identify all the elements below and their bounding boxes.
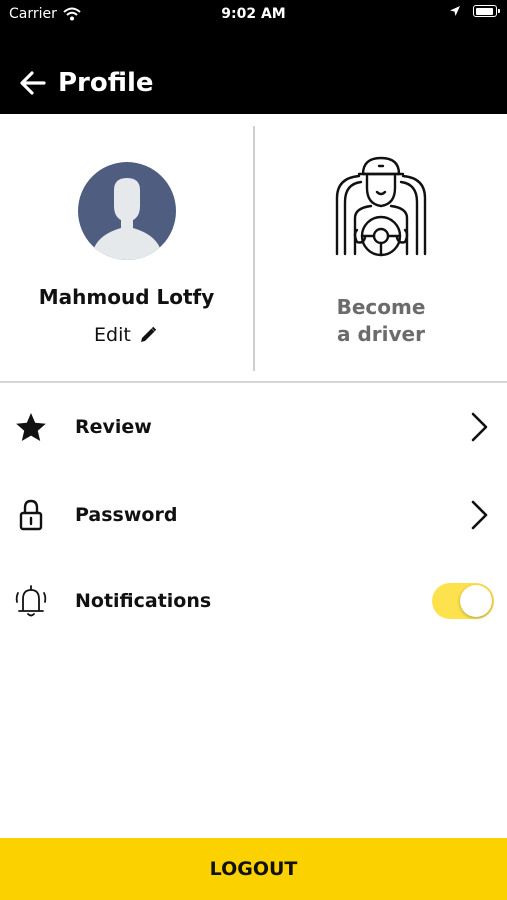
notifications-label: Notifications bbox=[75, 590, 212, 612]
become-driver-label: Become a driver bbox=[255, 294, 507, 348]
driver-icon bbox=[335, 156, 427, 257]
profile-card: Mahmoud Lotfy Edit Become a driver bbox=[0, 114, 507, 382]
horizontal-divider bbox=[0, 381, 507, 383]
status-time: 9:02 AM bbox=[221, 6, 286, 22]
bell-icon bbox=[15, 585, 47, 617]
edit-profile-button[interactable]: Edit bbox=[94, 321, 157, 349]
user-silhouette-icon bbox=[94, 178, 160, 260]
edit-label: Edit bbox=[94, 324, 131, 346]
review-row[interactable]: Review bbox=[0, 397, 507, 457]
location-arrow-icon bbox=[450, 6, 460, 16]
star-icon bbox=[16, 413, 46, 441]
arrow-left-icon[interactable] bbox=[18, 68, 48, 98]
pencil-icon bbox=[140, 326, 157, 342]
notifications-toggle[interactable] bbox=[432, 583, 494, 619]
lock-icon bbox=[19, 499, 43, 531]
page-title: Profile bbox=[58, 68, 154, 98]
logout-button[interactable]: LOGOUT bbox=[0, 838, 507, 900]
toggle-knob bbox=[460, 585, 492, 617]
review-label: Review bbox=[75, 416, 152, 438]
notifications-row: Notifications bbox=[0, 571, 507, 631]
password-label: Password bbox=[75, 504, 178, 526]
chevron-right-icon bbox=[471, 412, 488, 442]
status-bar: Carrier 9:02 AM bbox=[0, 0, 507, 30]
status-right bbox=[449, 5, 500, 17]
become-driver-button[interactable]: Become a driver bbox=[255, 114, 507, 382]
app-header: Profile bbox=[0, 30, 507, 114]
password-row[interactable]: Password bbox=[0, 485, 507, 545]
become-driver-line2: a driver bbox=[337, 322, 425, 346]
battery-icon bbox=[473, 5, 500, 17]
avatar[interactable] bbox=[78, 162, 176, 260]
user-name: Mahmoud Lotfy bbox=[38, 285, 215, 309]
chevron-right-icon bbox=[471, 500, 488, 530]
become-driver-line1: Become bbox=[336, 295, 426, 319]
